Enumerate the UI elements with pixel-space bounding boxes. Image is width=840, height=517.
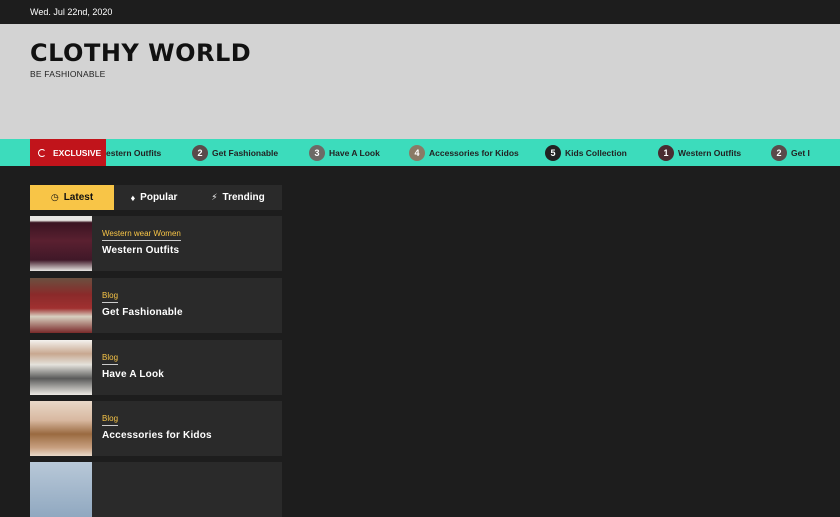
ticker-item-label: estern Outfits [106, 147, 162, 158]
ticker-thumb: 2 [192, 144, 208, 161]
ticker-items: estern Outfits 2 Get Fashionable 3 Have … [106, 139, 840, 166]
ticker-thumb: 1 [658, 144, 674, 161]
clock-icon: ◷ [50, 192, 59, 202]
ticker-item[interactable]: 3 Have A Look [309, 139, 380, 166]
tab-label: Latest [63, 192, 94, 203]
tab-label: Trending [222, 192, 265, 203]
ticker-item-label: Western Outfits [678, 147, 742, 158]
exclusive-label: EXCLUSIVE [30, 139, 106, 166]
ticker-item[interactable]: 2 Get Fashionable [192, 139, 278, 166]
post-title[interactable]: Accessories for Kidos [102, 430, 212, 441]
post-title[interactable]: Western Outfits [102, 245, 179, 256]
tab-popular[interactable]: ♦ Popular [114, 185, 194, 210]
ticker-item-label: Get I [791, 147, 810, 158]
post-title[interactable]: Have A Look [102, 369, 164, 380]
ticker-item[interactable]: 5 Kids Collection [545, 139, 627, 166]
post-item[interactable] [30, 462, 282, 517]
ticker-thumb: 4 [409, 144, 425, 161]
news-ticker: EXCLUSIVE estern Outfits 2 Get Fashionab… [0, 139, 840, 166]
post-thumbnail[interactable] [30, 278, 92, 333]
post-category[interactable]: Blog [102, 353, 119, 365]
ticker-item-label: Accessories for Kidos [429, 147, 519, 158]
site-title[interactable]: CLOTHY WORLD [30, 39, 251, 67]
post-item[interactable]: Blog Have A Look [30, 340, 282, 395]
tab-trending[interactable]: ⚡ Trending [194, 185, 282, 210]
ticker-item-label: Get Fashionable [212, 147, 279, 158]
post-thumbnail[interactable] [30, 340, 92, 395]
ticker-item[interactable]: 4 Accessories for Kidos [409, 139, 519, 166]
site-tagline: BE FASHIONABLE [30, 69, 106, 79]
ticker-item-label: Kids Collection [565, 147, 627, 158]
exclusive-text: EXCLUSIVE [53, 147, 102, 158]
post-item[interactable]: Western wear Women Western Outfits [30, 216, 282, 271]
post-category[interactable]: Western wear Women [102, 229, 181, 241]
ticker-thumb: 2 [771, 144, 787, 161]
tab-latest[interactable]: ◷ Latest [30, 185, 114, 210]
post-item[interactable]: Blog Accessories for Kidos [30, 401, 282, 456]
bolt-icon: ⚡ [211, 192, 218, 202]
spinner-icon [38, 148, 46, 157]
current-date: Wed. Jul 22nd, 2020 [30, 7, 113, 17]
ticker-item[interactable]: estern Outfits [106, 139, 161, 166]
fire-icon: ♦ [130, 192, 136, 203]
tab-label: Popular [140, 192, 178, 203]
ticker-thumb: 5 [545, 144, 561, 161]
ticker-item[interactable]: 2 Get I [771, 139, 810, 166]
top-bar: Wed. Jul 22nd, 2020 [0, 0, 840, 24]
ticker-item-label: Have A Look [329, 147, 380, 158]
post-title[interactable]: Get Fashionable [102, 307, 183, 318]
site-header: CLOTHY WORLD BE FASHIONABLE [0, 24, 840, 139]
ticker-thumb: 3 [309, 144, 325, 161]
post-category[interactable]: Blog [102, 291, 119, 303]
post-thumbnail[interactable] [30, 462, 92, 517]
post-tabs: ◷ Latest ♦ Popular ⚡ Trending [30, 185, 282, 210]
post-thumbnail[interactable] [30, 216, 92, 271]
post-thumbnail[interactable] [30, 401, 92, 456]
ticker-item[interactable]: 1 Western Outfits [658, 139, 741, 166]
post-item[interactable]: Blog Get Fashionable [30, 278, 282, 333]
post-category[interactable]: Blog [102, 414, 119, 426]
